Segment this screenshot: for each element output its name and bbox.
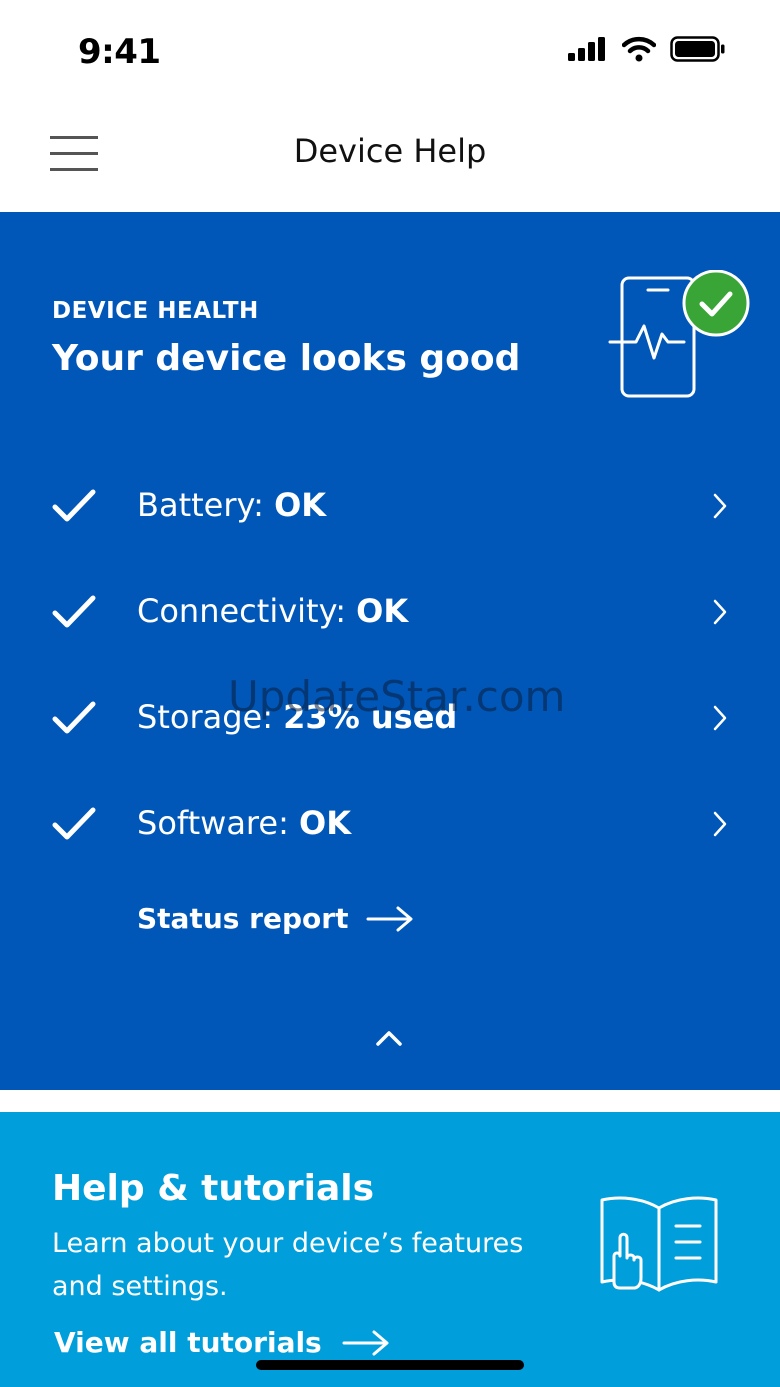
view-all-tutorials-link[interactable]: View all tutorials bbox=[54, 1326, 390, 1359]
home-indicator[interactable] bbox=[256, 1360, 524, 1370]
status-report-link[interactable]: Status report bbox=[137, 902, 414, 935]
tutorials-title: Help & tutorials bbox=[52, 1168, 375, 1209]
page-title: Device Help bbox=[293, 132, 487, 170]
arrow-right-icon bbox=[366, 906, 413, 931]
status-time: 9:41 bbox=[78, 32, 161, 72]
checkmark-icon bbox=[52, 489, 96, 522]
section-divider bbox=[0, 1090, 780, 1112]
chevron-right-icon bbox=[713, 599, 727, 625]
status-bar: 9:41 bbox=[0, 0, 780, 100]
arrow-right-icon bbox=[342, 1330, 389, 1355]
chevron-up-icon bbox=[376, 1031, 402, 1046]
health-row-battery[interactable]: Battery: OK bbox=[0, 466, 780, 546]
health-row-text: Connectivity: OK bbox=[137, 592, 409, 630]
view-all-tutorials-label: View all tutorials bbox=[54, 1326, 322, 1359]
checkmark-icon bbox=[52, 807, 96, 840]
battery-icon bbox=[670, 36, 725, 62]
health-row-software[interactable]: Software: OK bbox=[0, 784, 780, 864]
device-health-panel: DEVICE HEALTH Your device looks good Bat… bbox=[0, 212, 780, 1090]
status-icons bbox=[568, 36, 726, 62]
health-row-text: Battery: OK bbox=[137, 486, 327, 524]
cellular-signal-icon bbox=[568, 37, 605, 61]
wifi-icon bbox=[622, 36, 656, 62]
health-row-connectivity[interactable]: Connectivity: OK bbox=[0, 572, 780, 652]
health-row-text: Software: OK bbox=[137, 804, 352, 842]
chevron-right-icon bbox=[713, 705, 727, 731]
watermark: UpdateStar.com bbox=[228, 672, 566, 721]
phone-heartbeat-check-icon bbox=[608, 270, 750, 398]
tutorials-panel: Help & tutorials Learn about your device… bbox=[0, 1112, 780, 1387]
book-hand-icon bbox=[600, 1196, 718, 1292]
device-health-title: Your device looks good bbox=[52, 338, 521, 379]
tutorials-description: Learn about your device’s features and s… bbox=[52, 1228, 524, 1302]
collapse-button[interactable] bbox=[370, 1024, 408, 1052]
device-health-kicker: DEVICE HEALTH bbox=[52, 298, 259, 324]
chevron-right-icon bbox=[713, 811, 727, 837]
status-report-label: Status report bbox=[137, 902, 349, 935]
chevron-right-icon bbox=[713, 493, 727, 519]
checkmark-icon bbox=[52, 595, 96, 628]
checkmark-icon bbox=[52, 701, 96, 734]
app-header: Device Help bbox=[0, 100, 780, 212]
